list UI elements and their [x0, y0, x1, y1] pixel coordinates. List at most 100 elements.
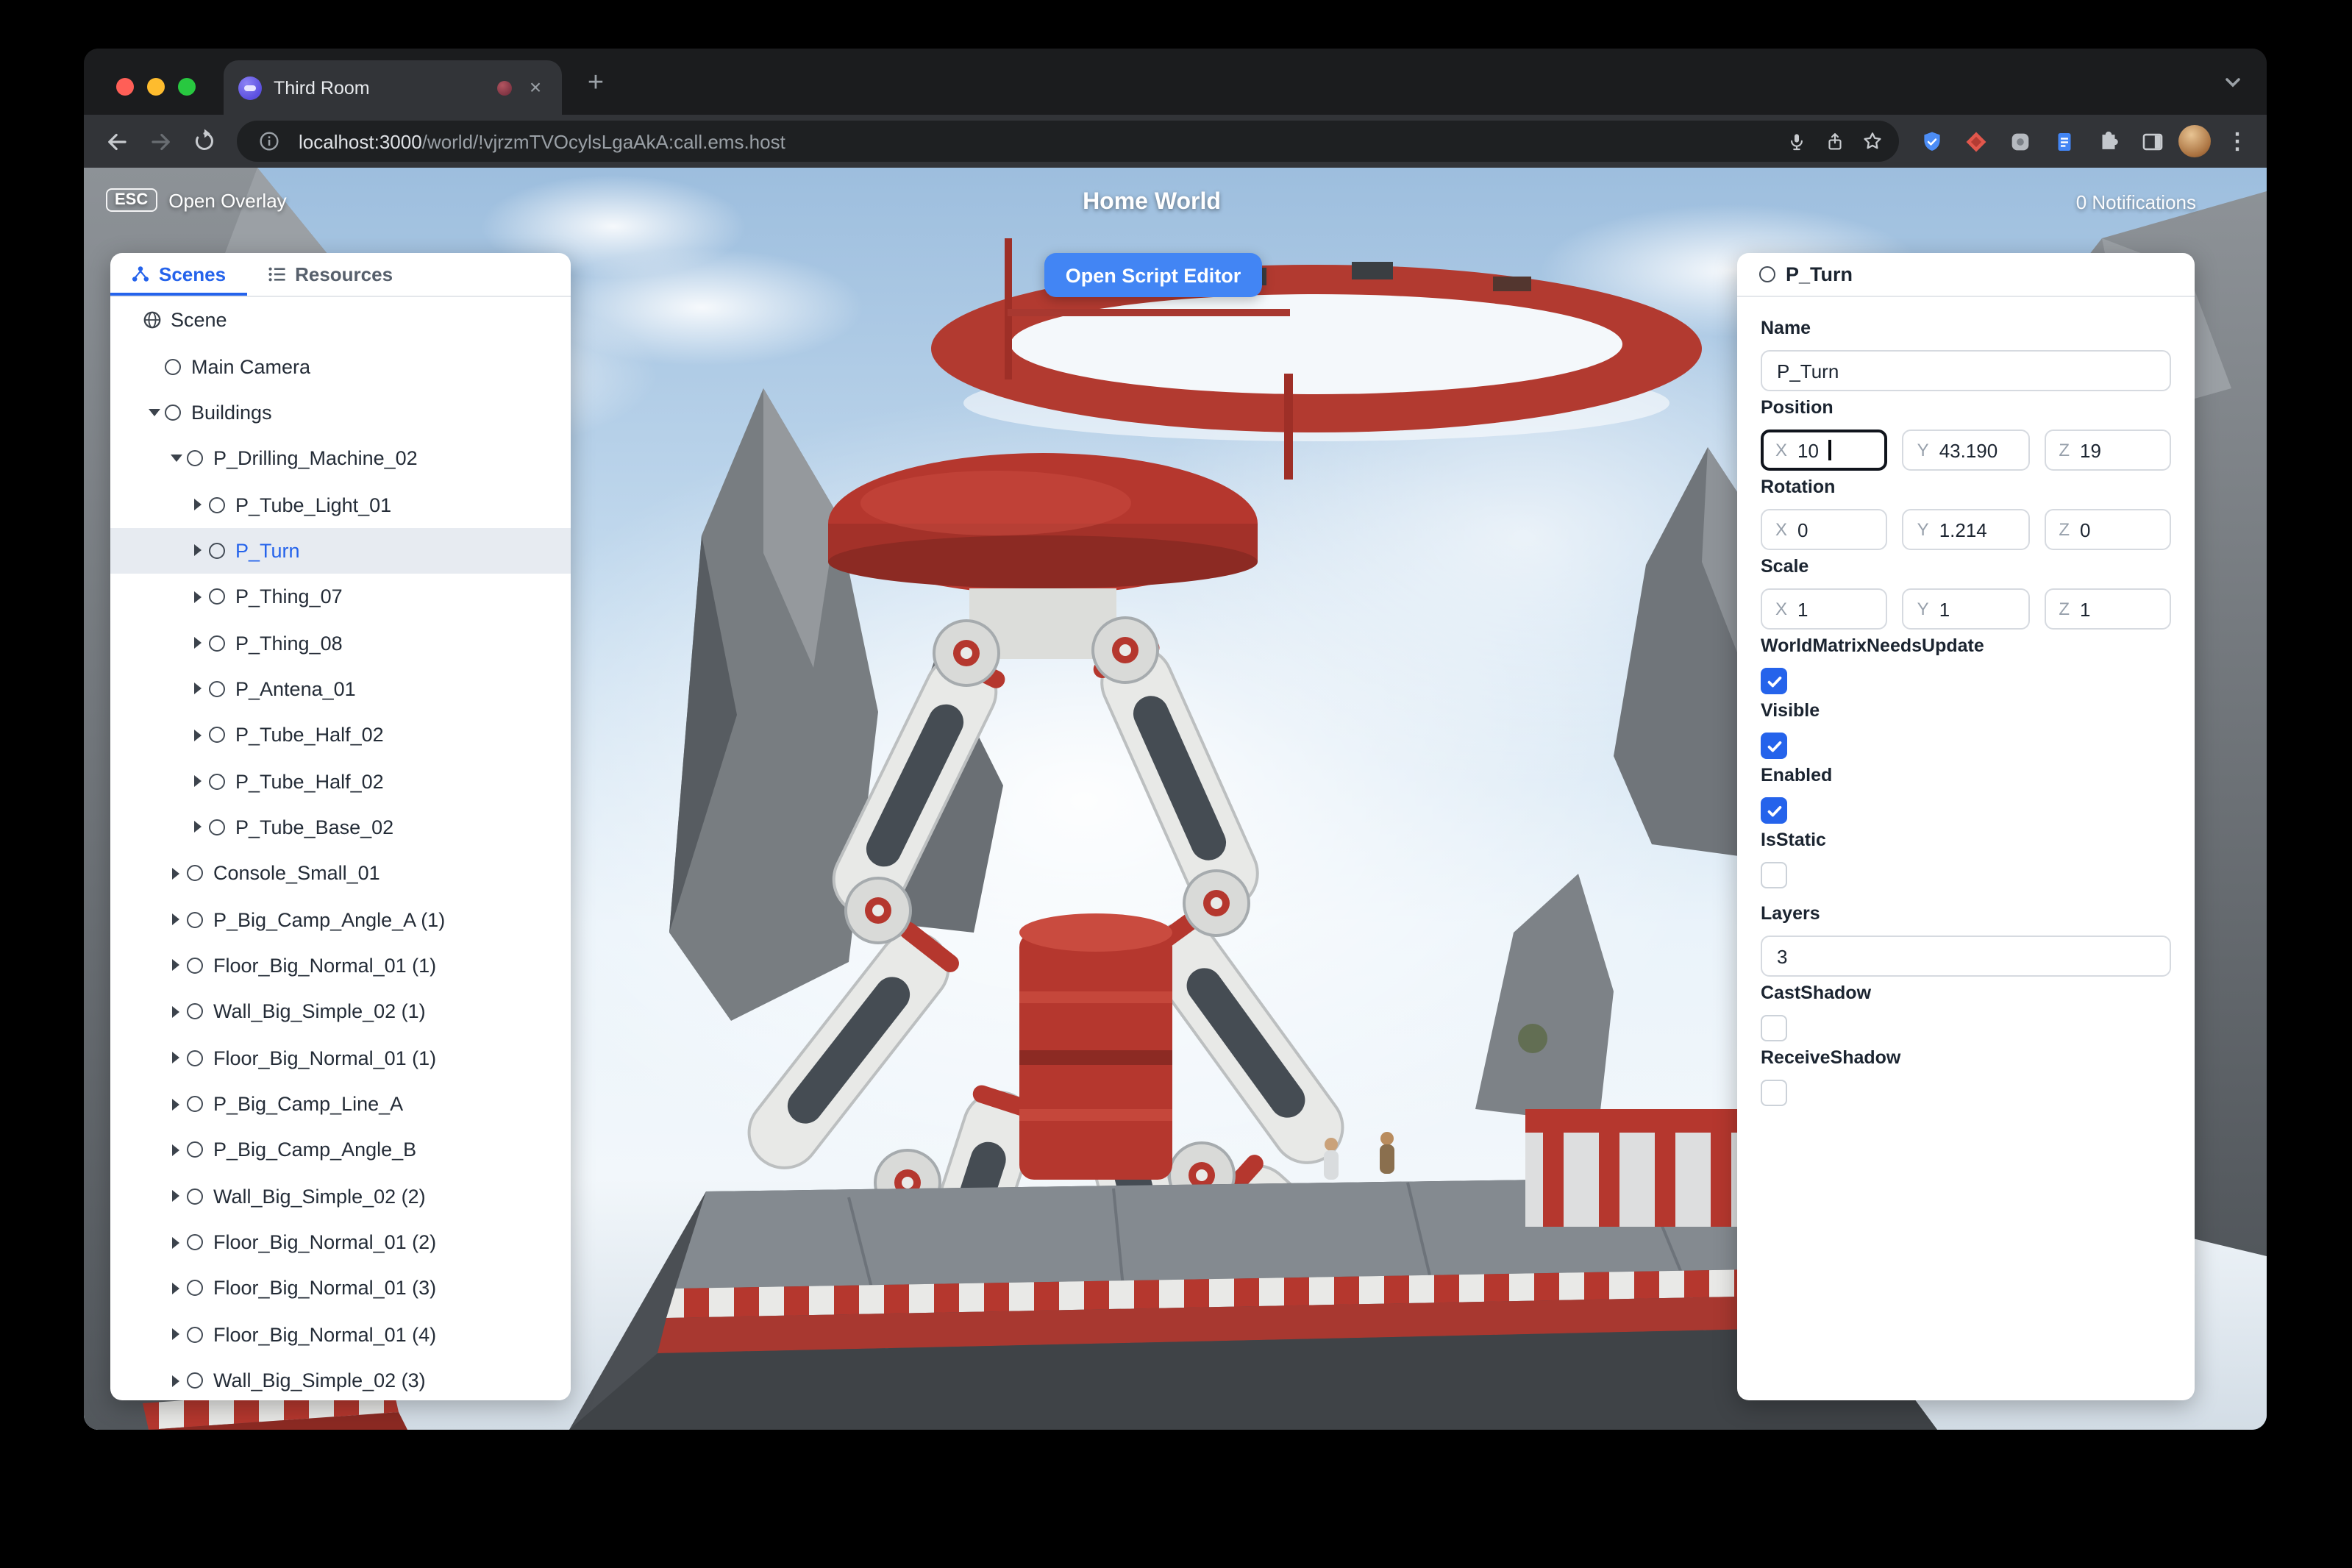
node-circle-icon: [209, 680, 225, 697]
shield-extension-icon[interactable]: [1914, 124, 1949, 159]
rotation-x-input[interactable]: X0: [1761, 509, 1888, 550]
notifications-label[interactable]: 0 Notifications: [2076, 191, 2196, 213]
tree-item-p-drilling-machine-02[interactable]: P_Drilling_Machine_02: [110, 435, 571, 482]
tree-item-wall-big-simple-02-3[interactable]: Wall_Big_Simple_02 (3): [110, 1358, 571, 1400]
profile-avatar[interactable]: [2178, 125, 2211, 157]
tree-item-main-camera[interactable]: Main Camera: [110, 343, 571, 390]
node-circle-icon: [209, 727, 225, 744]
rotation-section: Rotation X0 Y 1.214 Z0: [1761, 477, 2171, 550]
worldmatrixneedsupdate-checkbox[interactable]: [1761, 668, 1787, 694]
tree-item-label: Wall_Big_Simple_02 (2): [213, 1185, 426, 1208]
reload-button[interactable]: [184, 121, 225, 162]
receiveshadow-checkbox[interactable]: [1761, 1080, 1787, 1106]
tree-item-floor-big-normal-01-1[interactable]: Floor_Big_Normal_01 (1): [110, 943, 571, 989]
scale-z-input[interactable]: Z1: [2044, 588, 2171, 630]
vector-sections: Position X 10 Y 43.190 Z 19 Rotation X0 Y 1.…: [1761, 397, 2171, 630]
forward-button[interactable]: [140, 121, 181, 162]
tree-item-wall-big-simple-02-1[interactable]: Wall_Big_Simple_02 (1): [110, 988, 571, 1035]
tree-item-label: Floor_Big_Normal_01 (1): [213, 954, 437, 977]
tree-item-p-big-camp-angle-a-1[interactable]: P_Big_Camp_Angle_A (1): [110, 897, 571, 943]
gray-extension-icon[interactable]: [2002, 124, 2037, 159]
bool-fields: WorldMatrixNeedsUpdate Visible Enabled I…: [1761, 635, 2171, 888]
position-label: Position: [1761, 397, 1834, 418]
tree-item-floor-big-normal-01-1[interactable]: Floor_Big_Normal_01 (1): [110, 1035, 571, 1081]
rotation-y-input[interactable]: Y 1.214: [1902, 509, 2030, 550]
caret-icon: [165, 1231, 187, 1253]
caret-icon: [165, 447, 187, 469]
bookmark-star-icon[interactable]: [1855, 124, 1890, 159]
scale-y-input[interactable]: Y1: [1902, 588, 2030, 630]
tree-item-label: Buildings: [191, 401, 272, 424]
tree-item-p-antena-01[interactable]: P_Antena_01: [110, 666, 571, 713]
text-cursor: [1828, 440, 1831, 460]
site-info-icon[interactable]: [252, 124, 287, 159]
caret-icon: [165, 1001, 187, 1023]
side-panel-icon[interactable]: [2134, 124, 2170, 159]
node-circle-icon: [187, 450, 203, 467]
back-button[interactable]: [96, 121, 137, 162]
browser-menu-button[interactable]: ⋮: [2220, 124, 2255, 159]
scale-x-input[interactable]: X1: [1761, 588, 1888, 630]
caret-icon: [165, 1185, 187, 1207]
share-icon[interactable]: [1817, 124, 1852, 159]
caret-icon: [187, 540, 209, 562]
tab-search-chevron-icon[interactable]: [2220, 69, 2246, 96]
rotation-z-input[interactable]: Z0: [2044, 509, 2171, 550]
node-circle-icon: [209, 819, 225, 835]
browser-toolbar: localhost:3000/world/!vjrzmTVOcylsLgaAkA…: [84, 115, 2267, 168]
enabled-checkbox[interactable]: [1761, 797, 1787, 824]
extensions-puzzle-icon[interactable]: [2090, 124, 2125, 159]
close-window-button[interactable]: [116, 78, 134, 96]
isstatic-checkbox[interactable]: [1761, 862, 1787, 888]
open-script-editor-button[interactable]: Open Script Editor: [1044, 253, 1262, 297]
tree-item-label: Floor_Big_Normal_01 (1): [213, 1047, 437, 1069]
tree-item-floor-big-normal-01-3[interactable]: Floor_Big_Normal_01 (3): [110, 1265, 571, 1311]
node-circle-icon: [165, 358, 181, 375]
position-z-input[interactable]: Z 19: [2044, 430, 2171, 471]
node-circle-icon: [187, 1141, 203, 1158]
tab-resources[interactable]: Resources: [246, 253, 413, 296]
minimize-window-button[interactable]: [147, 78, 165, 96]
tree-item-console-small-01[interactable]: Console_Small_01: [110, 850, 571, 897]
address-bar[interactable]: localhost:3000/world/!vjrzmTVOcylsLgaAkA…: [237, 121, 1899, 162]
node-circle-icon: [187, 1234, 203, 1251]
tree-item-p-big-camp-angle-b[interactable]: P_Big_Camp_Angle_B: [110, 1127, 571, 1173]
new-tab-button[interactable]: +: [575, 65, 616, 106]
receiveshadow-label: ReceiveShadow: [1761, 1047, 1901, 1068]
tree-item-label: Floor_Big_Normal_01 (3): [213, 1277, 437, 1300]
tree-item-p-turn[interactable]: P_Turn: [110, 527, 571, 574]
position-y-input[interactable]: Y 43.190: [1902, 430, 2030, 471]
tree-item-p-tube-light-01[interactable]: P_Tube_Light_01: [110, 482, 571, 528]
visible-checkbox[interactable]: [1761, 733, 1787, 759]
tree-item-label: Main Camera: [191, 355, 311, 378]
inspector-title: P_Turn: [1786, 263, 1853, 285]
document-extension-icon[interactable]: [2046, 124, 2081, 159]
name-input[interactable]: P_Turn: [1761, 350, 2171, 391]
tree-item-floor-big-normal-01-4[interactable]: Floor_Big_Normal_01 (4): [110, 1311, 571, 1358]
tree-item-floor-big-normal-01-2[interactable]: Floor_Big_Normal_01 (2): [110, 1219, 571, 1266]
tab-scenes[interactable]: Scenes: [110, 253, 246, 296]
castshadow-checkbox[interactable]: [1761, 1015, 1787, 1041]
tree-item-p-thing-08[interactable]: P_Thing_08: [110, 620, 571, 666]
tree-item-p-thing-07[interactable]: P_Thing_07: [110, 574, 571, 620]
zoom-window-button[interactable]: [178, 78, 196, 96]
tree-item-p-tube-base-02[interactable]: P_Tube_Base_02: [110, 805, 571, 851]
microphone-icon[interactable]: [1778, 124, 1814, 159]
tree-item-scene[interactable]: Scene: [110, 297, 571, 343]
tree-item-p-tube-half-02[interactable]: P_Tube_Half_02: [110, 712, 571, 758]
tree-item-p-tube-half-02[interactable]: P_Tube_Half_02: [110, 758, 571, 805]
tree-item-wall-big-simple-02-2[interactable]: Wall_Big_Simple_02 (2): [110, 1173, 571, 1219]
check-icon: [1767, 740, 1781, 752]
caret-icon: [187, 724, 209, 746]
tab-close-button[interactable]: ×: [524, 75, 547, 99]
browser-tab[interactable]: Third Room ×: [224, 60, 562, 115]
tree-item-buildings[interactable]: Buildings: [110, 389, 571, 435]
diamond-extension-icon[interactable]: [1958, 124, 1993, 159]
position-x-input[interactable]: X 10: [1761, 430, 1888, 471]
tree-item-p-big-camp-line-a[interactable]: P_Big_Camp_Line_A: [110, 1081, 571, 1127]
tree-item-label: Floor_Big_Normal_01 (4): [213, 1323, 437, 1346]
layers-input[interactable]: 3: [1761, 936, 2171, 977]
caret-icon: [165, 955, 187, 977]
node-circle-icon: [209, 635, 225, 652]
tree-item-label: P_Big_Camp_Angle_B: [213, 1138, 417, 1161]
